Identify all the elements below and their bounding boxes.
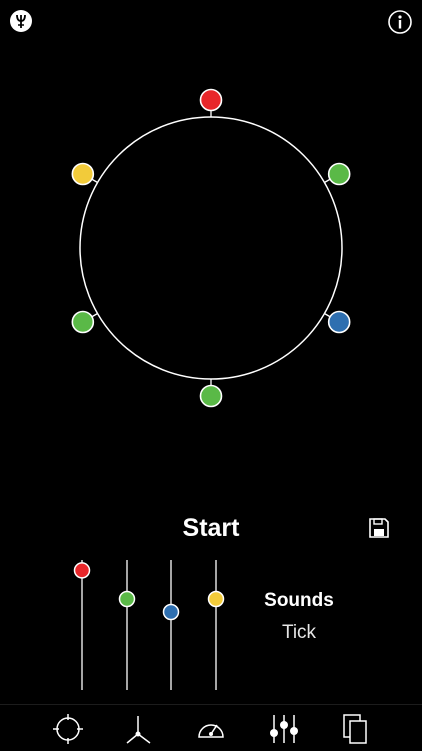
mixer-sliders-icon (270, 715, 298, 743)
speedometer-icon (198, 724, 224, 738)
tab-mixer[interactable] (268, 713, 300, 745)
slider-knob[interactable] (73, 562, 91, 579)
tab-bar (0, 704, 422, 751)
copy-pages-icon (343, 714, 367, 744)
tab-beat-circle[interactable] (52, 713, 84, 745)
slider-knob[interactable] (162, 603, 180, 621)
beat-ring (79, 116, 343, 380)
tab-speed[interactable] (195, 713, 227, 745)
slider-knob[interactable] (118, 590, 136, 608)
mixer-panel[interactable] (60, 556, 240, 696)
save-button[interactable] (368, 517, 390, 539)
beat-markers (71, 88, 351, 408)
beat-marker[interactable] (199, 88, 223, 112)
tab-presets[interactable] (340, 713, 372, 745)
sounds-value[interactable]: Tick (240, 622, 358, 644)
start-button[interactable]: Start (150, 510, 272, 546)
beat-marker[interactable] (71, 310, 95, 334)
crosshair-icon (53, 714, 83, 744)
floppy-disk-icon (369, 518, 389, 538)
beat-marker[interactable] (71, 162, 95, 186)
sounds-title: Sounds (264, 590, 334, 611)
tab-tempo[interactable] (122, 713, 154, 745)
beat-marker[interactable] (327, 162, 351, 186)
beat-circle[interactable] (0, 0, 422, 460)
slider-knob[interactable] (207, 590, 225, 608)
metronome-arm-icon (126, 716, 151, 744)
beat-marker[interactable] (199, 384, 223, 408)
beat-marker[interactable] (327, 310, 351, 334)
